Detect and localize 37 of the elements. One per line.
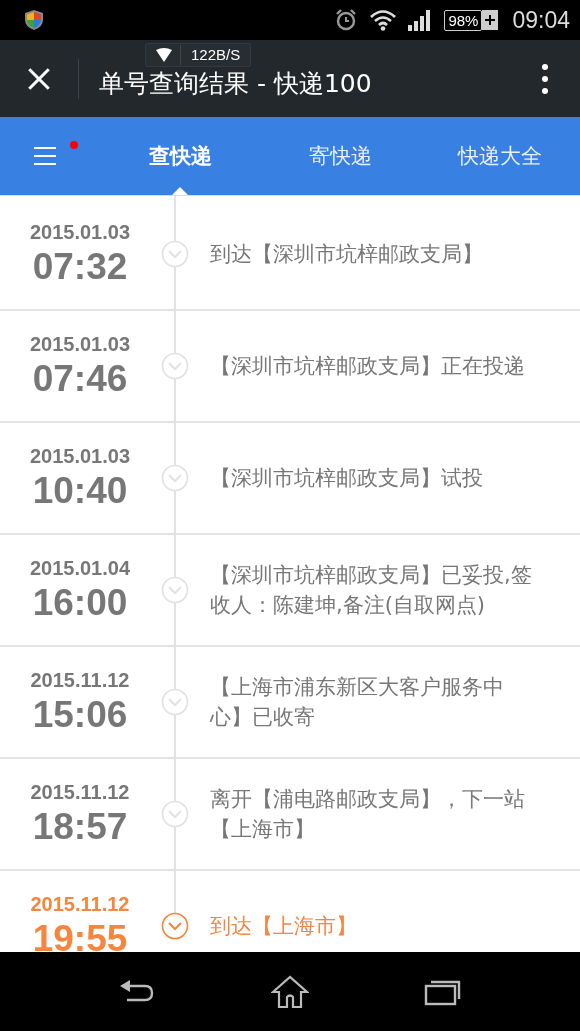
time-text: 10:40 <box>32 469 128 512</box>
tracking-event-text: 【深圳市坑梓邮政支局】正在投递 <box>210 353 526 380</box>
time-text: 19:55 <box>32 917 128 952</box>
menu-icon <box>33 146 57 166</box>
time-text: 18:57 <box>32 805 128 848</box>
more-icon <box>541 62 549 95</box>
page-title: 单号查询结果 - 快递100 <box>99 70 372 97</box>
close-icon <box>26 65 52 92</box>
time-text: 07:32 <box>32 245 128 288</box>
time-text: 15:06 <box>32 693 128 736</box>
selected-tab-indicator <box>172 187 188 195</box>
speed-text: 122B/S <box>180 45 241 65</box>
date-text: 2015.11.12 <box>30 780 130 804</box>
shield-icon <box>24 9 44 31</box>
tracking-event-text: 【深圳市坑梓邮政支局】已妥投,签收人：陈建坤,备注(自取网点) <box>210 562 532 619</box>
date-text: 2015.11.12 <box>30 668 130 692</box>
tracking-event-text: 【深圳市坑梓邮政支局】试投 <box>210 465 484 492</box>
tab[interactable]: 寄快递 <box>260 117 420 195</box>
date-text: 2015.01.03 <box>29 332 131 356</box>
date-text: 2015.01.03 <box>29 444 131 468</box>
time-text: 16:00 <box>32 581 128 624</box>
status-time: 09:04 <box>512 6 570 34</box>
tracking-event-text: 离开【浦电路邮政支局】，下一站【上海市】 <box>210 786 526 843</box>
tab[interactable]: 快递大全 <box>420 117 580 195</box>
home-icon <box>271 974 309 1009</box>
signal-icon <box>408 9 433 31</box>
tab[interactable]: 查快递 <box>100 117 260 195</box>
date-text: 2015.11.12 <box>30 892 130 916</box>
date-text: 2015.01.03 <box>29 220 131 244</box>
charging-icon <box>482 10 499 30</box>
wifi-icon <box>370 9 397 31</box>
tracking-event-text: 到达【深圳市坑梓邮政支局】 <box>210 241 484 268</box>
tracking-event-text: 到达【上海市】 <box>210 913 358 940</box>
date-text: 2015.01.04 <box>29 556 131 580</box>
tracking-event-text: 【上海市浦东新区大客户服务中心】已收寄 <box>210 674 505 731</box>
time-text: 07:46 <box>32 357 128 400</box>
wifi-icon <box>156 48 172 62</box>
